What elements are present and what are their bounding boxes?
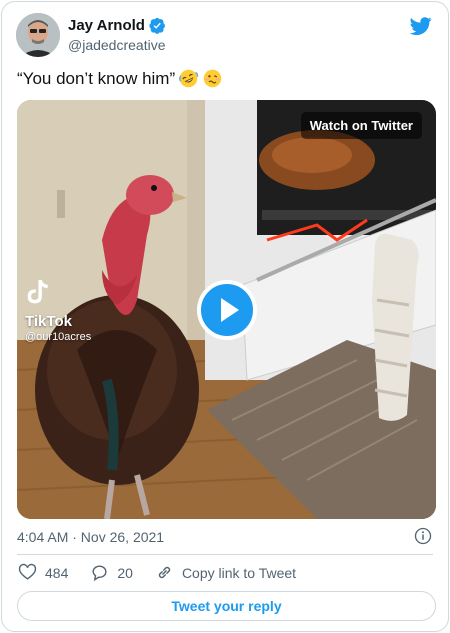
play-icon[interactable]: [197, 280, 257, 340]
like-action[interactable]: 484: [18, 563, 68, 582]
tiktok-handle-label: @our10acres: [25, 331, 92, 343]
author-handle[interactable]: @jadedcreative: [68, 37, 166, 53]
reply-count: 20: [117, 564, 133, 581]
info-icon[interactable]: [414, 527, 432, 545]
watch-on-twitter-badge[interactable]: Watch on Twitter: [300, 112, 422, 139]
tweet-card: Jay Arnold @jadedcreative “You don’t kno…: [1, 1, 449, 632]
link-icon: [158, 566, 171, 579]
tweet-text: “You don’t know him”: [17, 68, 223, 89]
tweet-your-reply-button[interactable]: Tweet your reply: [17, 591, 436, 621]
heart-icon: [18, 563, 37, 580]
tweet-timestamp[interactable]: 4:04 AM · Nov 26, 2021: [17, 529, 164, 545]
tiktok-watermark: TikTok @our10acres: [25, 278, 91, 343]
video-thumbnail[interactable]: Watch on Twitter TikTok @our10acres: [17, 100, 436, 519]
copy-link-label: Copy link to Tweet: [181, 564, 297, 581]
verified-badge-icon: [149, 17, 165, 34]
rolling-on-floor-laughing-emoji-icon: [179, 69, 199, 88]
divider: [17, 554, 433, 555]
reply-icon: [92, 565, 107, 582]
copy-link-action[interactable]: Copy link to Tweet: [155, 563, 296, 582]
author-avatar[interactable]: [16, 13, 60, 57]
tiktok-icon: [27, 279, 49, 304]
reply-action[interactable]: 20: [90, 563, 133, 582]
tweet-text-content: “You don’t know him”: [17, 68, 176, 88]
woozy-face-emoji-icon: [203, 69, 222, 88]
action-bar: 484 20 Copy link to Tweet: [18, 563, 318, 582]
like-count: 484: [45, 564, 69, 581]
tiktok-brand-label: TikTok: [25, 313, 72, 330]
twitter-bird-icon[interactable]: [410, 15, 432, 37]
author-display-name[interactable]: Jay Arnold: [68, 17, 145, 34]
